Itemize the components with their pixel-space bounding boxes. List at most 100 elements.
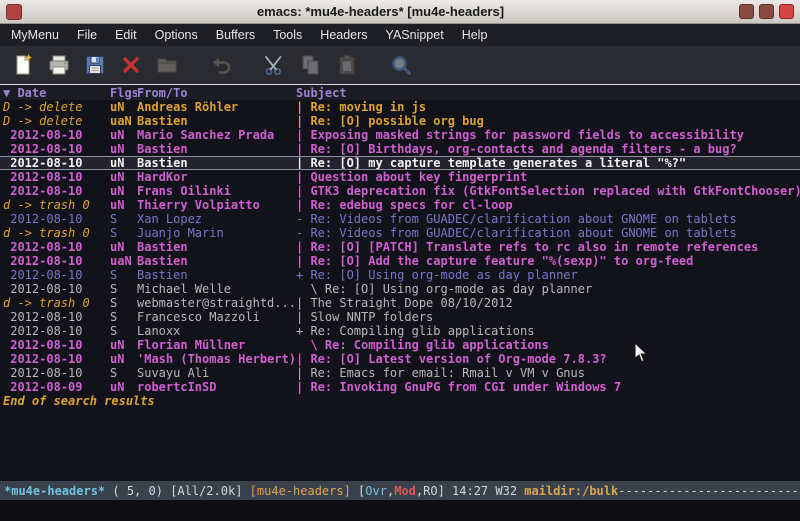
message-flags: uN: [110, 380, 137, 394]
message-row[interactable]: D -> deleteuNAndreas Röhler| Re: moving …: [0, 100, 800, 114]
toolbar-close-button[interactable]: [118, 52, 144, 78]
message-from: Florian Müllner: [137, 338, 296, 352]
column-header-flags[interactable]: Flgs: [110, 86, 137, 100]
message-row[interactable]: 2012-08-10SBastien+ Re: [O] Using org-mo…: [0, 268, 800, 282]
column-header-subject[interactable]: Subject: [296, 86, 800, 100]
message-date: 2012-08-09: [3, 380, 110, 394]
message-row[interactable]: 2012-08-10uNBastien| Re: [O] Birthdays, …: [0, 142, 800, 156]
modeline-segment-minor: [mu4e-headers]: [250, 484, 358, 498]
message-row[interactable]: 2012-08-10uNFlorian Müllner \ Re: Compil…: [0, 338, 800, 352]
message-from: Frans Oilinki: [137, 184, 296, 198]
minimize-button[interactable]: [739, 4, 754, 19]
message-from: Bastien: [137, 268, 296, 282]
menu-item-tools[interactable]: Tools: [264, 25, 311, 45]
toolbar-new-file-button[interactable]: [10, 52, 36, 78]
message-row[interactable]: 2012-08-10SMichael Welle \ Re: [O] Using…: [0, 282, 800, 296]
modeline-segment-mod: Mod: [394, 484, 416, 498]
message-date: 2012-08-10: [3, 352, 110, 366]
message-date: 2012-08-10: [3, 170, 110, 184]
message-from: Bastien: [137, 240, 296, 254]
message-from: Juanjo Marin: [137, 226, 296, 240]
message-row[interactable]: 2012-08-10uN'Mash (Thomas Herbert)| Re: …: [0, 352, 800, 366]
message-row[interactable]: d -> trash 0Swebmaster@straightd...| The…: [0, 296, 800, 310]
message-row[interactable]: 2012-08-10SXan Lopez- Re: Videos from GU…: [0, 212, 800, 226]
column-header-from[interactable]: From/To: [137, 86, 296, 100]
message-date: 2012-08-10: [3, 240, 110, 254]
message-flags: uN: [110, 100, 137, 114]
message-row[interactable]: 2012-08-10uNBastien| Re: [O] [PATCH] Tra…: [0, 240, 800, 254]
message-row[interactable]: 2012-08-10uNBastien| Re: [O] my capture …: [0, 156, 800, 170]
message-subject: \ Re: [O] Using org-mode as day planner: [296, 282, 800, 296]
menu-item-mymenu[interactable]: MyMenu: [2, 25, 68, 45]
message-row[interactable]: 2012-08-09uNrobertcInSD| Re: Invoking Gn…: [0, 380, 800, 394]
message-row[interactable]: 2012-08-10SLanoxx+ Re: Compiling glib ap…: [0, 324, 800, 338]
column-header-date[interactable]: ▼ Date: [3, 86, 110, 100]
message-from: Andreas Röhler: [137, 100, 296, 114]
modeline-segment-folder: maildir:/bulk: [524, 484, 618, 498]
menu-item-file[interactable]: File: [68, 25, 106, 45]
new-file-icon: [11, 53, 35, 77]
message-subject: | Re: [O] possible org bug: [296, 114, 800, 128]
message-row[interactable]: 2012-08-10SSuvayu Ali| Re: Emacs for ema…: [0, 366, 800, 380]
message-date: 2012-08-10: [3, 282, 110, 296]
message-subject: | Re: [O] my capture template generates …: [296, 157, 800, 169]
message-flags: uN: [110, 184, 137, 198]
maximize-button[interactable]: [759, 4, 774, 19]
menu-item-options[interactable]: Options: [146, 25, 207, 45]
column-header-line: ▼ Date Flgs From/To Subject: [0, 84, 800, 100]
toolbar-copy-button: [298, 52, 324, 78]
modeline-segment-plain: ( 5, 0): [105, 484, 170, 498]
menu-item-edit[interactable]: Edit: [106, 25, 146, 45]
message-flags: S: [110, 366, 137, 380]
close-button[interactable]: [779, 4, 794, 19]
message-row[interactable]: 2012-08-10uNHardKor| Question about key …: [0, 170, 800, 184]
message-date: 2012-08-10: [3, 338, 110, 352]
message-row[interactable]: 2012-08-10SFrancesco Mazzoli| Slow NNTP …: [0, 310, 800, 324]
modeline-segment-ovr: Ovr: [365, 484, 387, 498]
message-subject: - Re: Videos from GUADEC/clarification a…: [296, 226, 800, 240]
message-flags: S: [110, 310, 137, 324]
toolbar-save-button[interactable]: [82, 52, 108, 78]
modeline-segment-plain: ----------------------------: [618, 484, 800, 498]
message-subject: | Question about key fingerprint: [296, 170, 800, 184]
message-flags: S: [110, 268, 137, 282]
message-flags: uN: [110, 240, 137, 254]
message-subject: \ Re: Compiling glib applications: [296, 338, 800, 352]
message-date: 2012-08-10: [3, 366, 110, 380]
message-flags: uN: [110, 338, 137, 352]
message-flags: uN: [110, 198, 137, 212]
toolbar-search-button[interactable]: [388, 52, 414, 78]
message-from: Suvayu Ali: [137, 366, 296, 380]
message-row[interactable]: 2012-08-10uNFrans Oilinki| GTK3 deprecat…: [0, 184, 800, 198]
message-date: 2012-08-10: [3, 310, 110, 324]
message-date: 2012-08-10: [3, 157, 110, 169]
message-from: Bastien: [137, 114, 296, 128]
message-row[interactable]: 2012-08-10uNMario Sanchez Prada| Exposin…: [0, 128, 800, 142]
message-subject: | Exposing masked strings for password f…: [296, 128, 800, 142]
message-subject: | Re: [O] Birthdays, org-contacts and ag…: [296, 142, 800, 156]
window-menu-icon[interactable]: [6, 4, 22, 20]
message-row[interactable]: d -> trash 0SJuanjo Marin- Re: Videos fr…: [0, 226, 800, 240]
toolbar-paste-button: [334, 52, 360, 78]
modeline-segment-plain: ]: [438, 484, 452, 498]
copy-icon: [299, 53, 323, 77]
message-from: HardKor: [137, 170, 296, 184]
save-icon: [83, 53, 107, 77]
message-row[interactable]: D -> deleteuaNBastien| Re: [O] possible …: [0, 114, 800, 128]
message-flags: uN: [110, 157, 137, 169]
message-from: webmaster@straightd...: [137, 296, 296, 310]
message-flags: uaN: [110, 254, 137, 268]
menu-item-buffers[interactable]: Buffers: [207, 25, 264, 45]
menu-item-headers[interactable]: Headers: [311, 25, 376, 45]
message-subject: | Re: moving in js: [296, 100, 800, 114]
menu-item-yasnippet[interactable]: YASnippet: [377, 25, 453, 45]
message-from: robertcInSD: [137, 380, 296, 394]
open-folder-icon: [155, 53, 179, 77]
message-row[interactable]: 2012-08-10uaNBastien| Re: [O] Add the ca…: [0, 254, 800, 268]
message-row[interactable]: d -> trash 0uNThierry Volpiatto| Re: ede…: [0, 198, 800, 212]
menu-item-help[interactable]: Help: [453, 25, 497, 45]
toolbar-print-button[interactable]: [46, 52, 72, 78]
window-controls: [739, 4, 794, 19]
message-subject: | Slow NNTP folders: [296, 310, 800, 324]
toolbar-cut-button[interactable]: [262, 52, 288, 78]
